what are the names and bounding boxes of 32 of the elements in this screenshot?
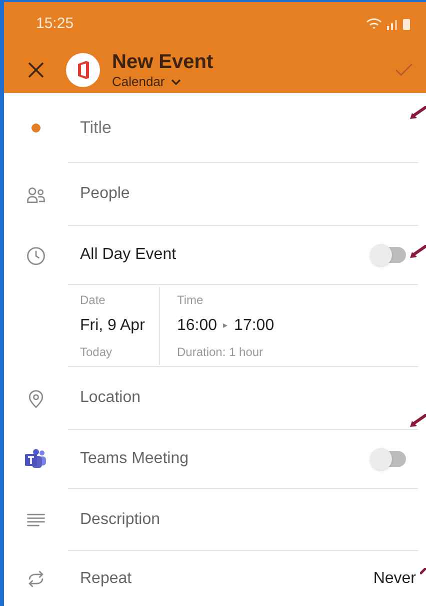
teams-icon bbox=[24, 448, 48, 470]
toggle-switch[interactable] bbox=[372, 451, 406, 467]
checkmark-icon bbox=[395, 62, 413, 76]
arrow-glyph: ▸ bbox=[223, 318, 228, 332]
field-label[interactable]: Teams Meeting bbox=[80, 447, 188, 471]
start-time[interactable]: 16:00 bbox=[177, 314, 218, 338]
field-label[interactable]: All Day Event bbox=[80, 243, 176, 267]
annotation-arrow bbox=[410, 414, 426, 428]
clock-icon bbox=[25, 244, 47, 266]
date-value[interactable]: Fri, 9 Apr bbox=[80, 314, 155, 338]
field-label[interactable]: Description bbox=[80, 508, 160, 532]
field-label[interactable]: People bbox=[80, 182, 130, 206]
duration-text: Duration: 1 hour bbox=[177, 344, 264, 360]
title-input[interactable]: Title bbox=[80, 114, 418, 140]
office-logo-icon bbox=[66, 52, 100, 86]
close-icon bbox=[27, 60, 45, 78]
field-label[interactable]: Repeat bbox=[80, 566, 132, 590]
header-title: New Event bbox=[112, 50, 214, 74]
date-label: Date bbox=[80, 292, 106, 308]
annotation-arrow bbox=[410, 106, 426, 120]
calendar-dropdown[interactable]: Calendar bbox=[112, 74, 214, 90]
date-note: Today bbox=[80, 344, 114, 360]
repeat-value[interactable]: Never bbox=[373, 566, 416, 590]
status-time: 15:25 bbox=[36, 14, 74, 34]
dot-icon bbox=[31, 123, 41, 133]
time-label: Time bbox=[177, 292, 204, 308]
status-icons bbox=[366, 17, 412, 31]
end-time[interactable]: 17:00 bbox=[234, 314, 274, 338]
annotation-arrow bbox=[410, 245, 426, 259]
chevron-down-icon bbox=[170, 78, 181, 84]
field-label[interactable]: Location bbox=[80, 386, 140, 410]
toggle-switch[interactable] bbox=[372, 247, 406, 263]
